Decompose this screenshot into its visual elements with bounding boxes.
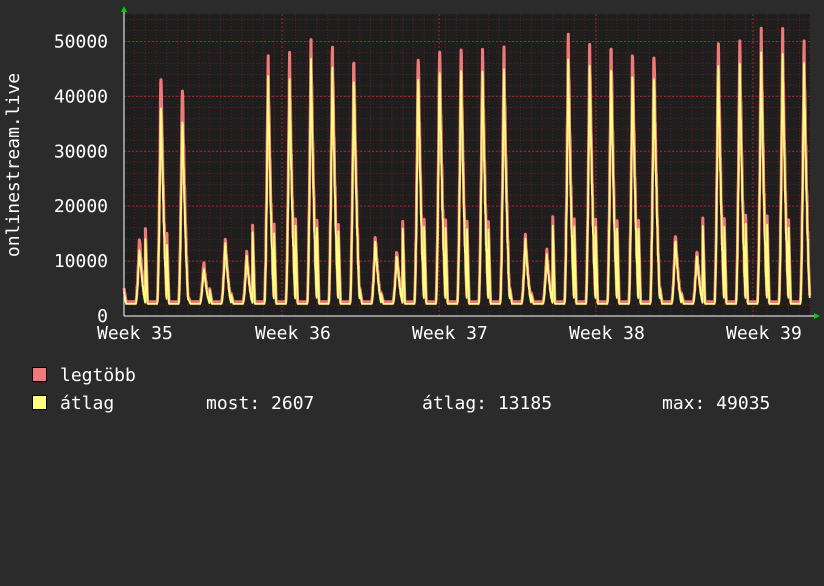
y-tick-label: 10000 bbox=[54, 251, 108, 272]
y-tick-label: 50000 bbox=[54, 31, 108, 52]
chart: 01000020000300004000050000 Week 35 Week 3… bbox=[3, 6, 820, 344]
legtobb-label: legtöbb bbox=[60, 365, 136, 386]
y-tick-label: 20000 bbox=[54, 196, 108, 217]
legend: legtöbb átlag most: 2607 átlag: 13185 ma… bbox=[32, 362, 770, 418]
stat-max: max: 49035 bbox=[662, 393, 771, 414]
x-tick-label: Week 38 bbox=[569, 323, 645, 344]
x-tick-labels: Week 35 Week 36 Week 37 Week 38 Week 39 bbox=[97, 323, 802, 344]
y-tick-labels: 01000020000300004000050000 bbox=[54, 31, 108, 327]
x-axis-arrow-icon bbox=[814, 313, 820, 319]
legend-item-legtobb: legtöbb bbox=[32, 362, 136, 390]
x-tick-label: Week 36 bbox=[255, 323, 331, 344]
x-tick-label: Week 35 bbox=[97, 323, 173, 344]
legend-item-atlag: átlag most: 2607 átlag: 13185 max: 49035 bbox=[32, 390, 770, 418]
atlag-swatch bbox=[32, 395, 47, 410]
y-axis-arrow-icon bbox=[121, 6, 127, 12]
stat-most: most: 2607 bbox=[206, 393, 315, 414]
x-tick-label: Week 37 bbox=[412, 323, 488, 344]
stat-atlag: átlag: 13185 bbox=[422, 393, 553, 414]
atlag-label: átlag bbox=[60, 393, 115, 414]
x-tick-label: Week 39 bbox=[726, 323, 802, 344]
y-tick-label: 30000 bbox=[54, 141, 108, 162]
y-tick-label: 40000 bbox=[54, 86, 108, 107]
legtobb-swatch bbox=[32, 367, 47, 382]
y-axis-label: onlinestream.live bbox=[3, 73, 24, 257]
